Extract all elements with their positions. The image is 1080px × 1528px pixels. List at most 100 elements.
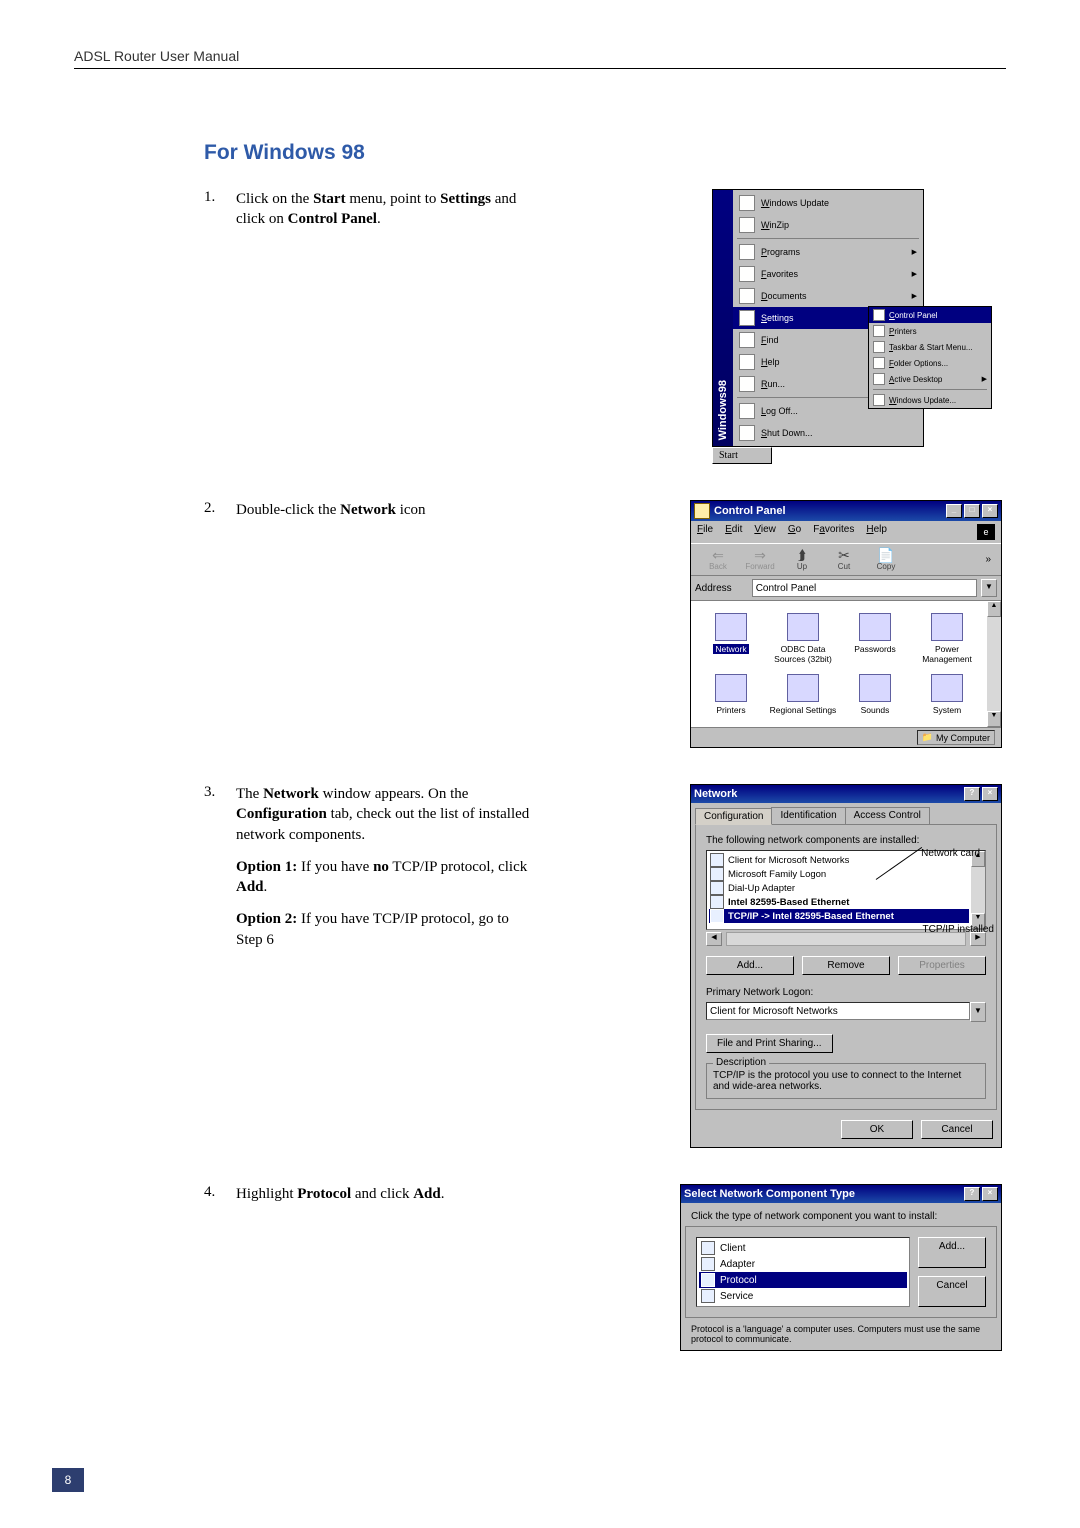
- step-3-text-3: Option 2: If you have TCP/IP protocol, g…: [236, 909, 536, 950]
- control-panel-item[interactable]: ODBC Data Sources (32bit): [769, 613, 837, 664]
- callout-network-card: Network card: [921, 848, 980, 859]
- menu-item-icon: [739, 266, 755, 282]
- primary-logon-combo[interactable]: [706, 1002, 970, 1020]
- step-2-number: 2.: [204, 500, 236, 517]
- primary-logon-label: Primary Network Logon:: [706, 987, 986, 998]
- properties-button[interactable]: Properties: [898, 956, 986, 975]
- remove-button[interactable]: Remove: [802, 956, 890, 975]
- menu-file[interactable]: File: [697, 524, 713, 540]
- hscroll-left[interactable]: ◀: [706, 932, 722, 946]
- component-type-item[interactable]: Adapter: [699, 1256, 907, 1272]
- maximize-button[interactable]: □: [964, 504, 980, 518]
- tab-configuration[interactable]: Configuration: [695, 808, 772, 825]
- control-panel-icons: NetworkODBC Data Sources (32bit)Password…: [691, 601, 987, 727]
- toolbar-overflow[interactable]: »: [981, 554, 995, 565]
- start-menu-item[interactable]: Favorites ▶: [733, 263, 923, 285]
- combo-dropdown[interactable]: ▼: [970, 1002, 986, 1022]
- select-component-dialog: Select Network Component Type ? × Click …: [680, 1184, 1002, 1351]
- network-component-item[interactable]: TCP/IP -> Intel 82595-Based Ethernet: [709, 909, 969, 923]
- menu-item-icon: [739, 425, 755, 441]
- menu-item-icon: [739, 403, 755, 419]
- components-listbox[interactable]: Client for Microsoft NetworksMicrosoft F…: [706, 850, 986, 930]
- control-panel-item[interactable]: Sounds: [841, 674, 909, 715]
- description-text: TCP/IP is the protocol you use to connec…: [713, 1070, 961, 1092]
- minimize-button[interactable]: _: [946, 504, 962, 518]
- control-panel-item[interactable]: Power Management: [913, 613, 981, 664]
- applet-icon: [859, 674, 891, 702]
- applet-icon: [859, 613, 891, 641]
- close-button[interactable]: ×: [982, 787, 998, 801]
- network-component-item[interactable]: Microsoft Family Logon: [709, 867, 969, 881]
- back-button[interactable]: ⇐Back: [697, 548, 739, 571]
- close-button[interactable]: ×: [982, 1187, 998, 1201]
- listbox-scrollbar[interactable]: ▲▼: [971, 851, 985, 929]
- component-type-icon: [701, 1257, 715, 1271]
- add-button[interactable]: Add...: [706, 956, 794, 975]
- start-menu-item[interactable]: WinZip: [733, 214, 923, 236]
- start-button[interactable]: Start: [712, 447, 772, 464]
- help-button[interactable]: ?: [964, 1187, 980, 1201]
- add-button[interactable]: Add...: [918, 1237, 986, 1268]
- submenu-item[interactable]: Printers: [869, 323, 991, 339]
- submenu-item[interactable]: Taskbar & Start Menu...: [869, 339, 991, 355]
- component-type-item[interactable]: Service: [699, 1288, 907, 1304]
- tab-identification[interactable]: Identification: [771, 807, 845, 824]
- menu-edit[interactable]: Edit: [725, 524, 742, 540]
- control-panel-item[interactable]: Printers: [697, 674, 765, 715]
- file-print-sharing-button[interactable]: File and Print Sharing...: [706, 1034, 833, 1053]
- control-panel-item[interactable]: Passwords: [841, 613, 909, 664]
- menu-favorites[interactable]: Favorites: [813, 524, 854, 540]
- control-panel-window: Control Panel _ □ × File Edit View Go Fa…: [690, 500, 1002, 748]
- network-component-item[interactable]: Dial-Up Adapter: [709, 881, 969, 895]
- start-menu-item[interactable]: Shut Down...: [733, 422, 923, 444]
- start-menu-screenshot: Windows98 Windows Update WinZip Programs…: [712, 189, 924, 447]
- submenu-item[interactable]: Active Desktop ▶: [869, 371, 991, 387]
- tab-access-control[interactable]: Access Control: [845, 807, 930, 824]
- copy-button[interactable]: 📄Copy: [865, 548, 907, 571]
- menu-view[interactable]: View: [754, 524, 776, 540]
- control-panel-item[interactable]: System: [913, 674, 981, 715]
- cut-button[interactable]: ✂Cut: [823, 548, 865, 571]
- running-head: ADSL Router User Manual: [74, 48, 1006, 64]
- control-panel-item[interactable]: Network: [697, 613, 765, 664]
- menu-item-icon: [739, 244, 755, 260]
- folder-icon: [736, 582, 748, 594]
- ok-button[interactable]: OK: [841, 1120, 913, 1139]
- submenu-item[interactable]: Windows Update...: [869, 392, 991, 408]
- component-icon: [710, 909, 724, 923]
- start-menu-item[interactable]: Windows Update: [733, 192, 923, 214]
- select-component-prompt: Click the type of network component you …: [681, 1203, 1001, 1226]
- components-label: The following network components are ins…: [706, 835, 986, 846]
- applet-icon: [931, 613, 963, 641]
- component-type-item[interactable]: Protocol: [699, 1272, 907, 1288]
- step-1-text: Click on the Start menu, point to Settin…: [236, 189, 536, 230]
- component-type-item[interactable]: Client: [699, 1240, 907, 1256]
- submenu-item[interactable]: Control Panel: [869, 307, 991, 323]
- applet-icon: [787, 613, 819, 641]
- applet-icon: [931, 674, 963, 702]
- start-menu-band: Windows98: [713, 190, 733, 446]
- step-3-number: 3.: [204, 784, 236, 801]
- start-menu-item[interactable]: Documents ▶: [733, 285, 923, 307]
- component-icon: [710, 853, 724, 867]
- address-input[interactable]: [752, 579, 977, 597]
- help-button[interactable]: ?: [964, 787, 980, 801]
- component-type-listbox[interactable]: ClientAdapterProtocolService: [696, 1237, 910, 1307]
- settings-submenu: Control Panel Printers Taskbar & Start M…: [868, 306, 992, 409]
- submenu-item[interactable]: Folder Options...: [869, 355, 991, 371]
- vertical-scrollbar[interactable]: ▲▼: [987, 601, 1001, 727]
- network-component-item[interactable]: Intel 82595-Based Ethernet: [709, 895, 969, 909]
- cancel-button[interactable]: Cancel: [921, 1120, 993, 1139]
- forward-button[interactable]: ⇒Forward: [739, 548, 781, 571]
- menu-help[interactable]: Help: [866, 524, 887, 540]
- menu-item-icon: [739, 354, 755, 370]
- start-menu-item[interactable]: Programs ▶: [733, 241, 923, 263]
- cancel-button[interactable]: Cancel: [918, 1276, 986, 1307]
- menu-item-icon: [739, 217, 755, 233]
- menu-go[interactable]: Go: [788, 524, 801, 540]
- address-dropdown[interactable]: ▼: [981, 579, 997, 597]
- up-button[interactable]: ⮭Up: [781, 548, 823, 571]
- applet-icon: [715, 613, 747, 641]
- close-button[interactable]: ×: [982, 504, 998, 518]
- control-panel-item[interactable]: Regional Settings: [769, 674, 837, 715]
